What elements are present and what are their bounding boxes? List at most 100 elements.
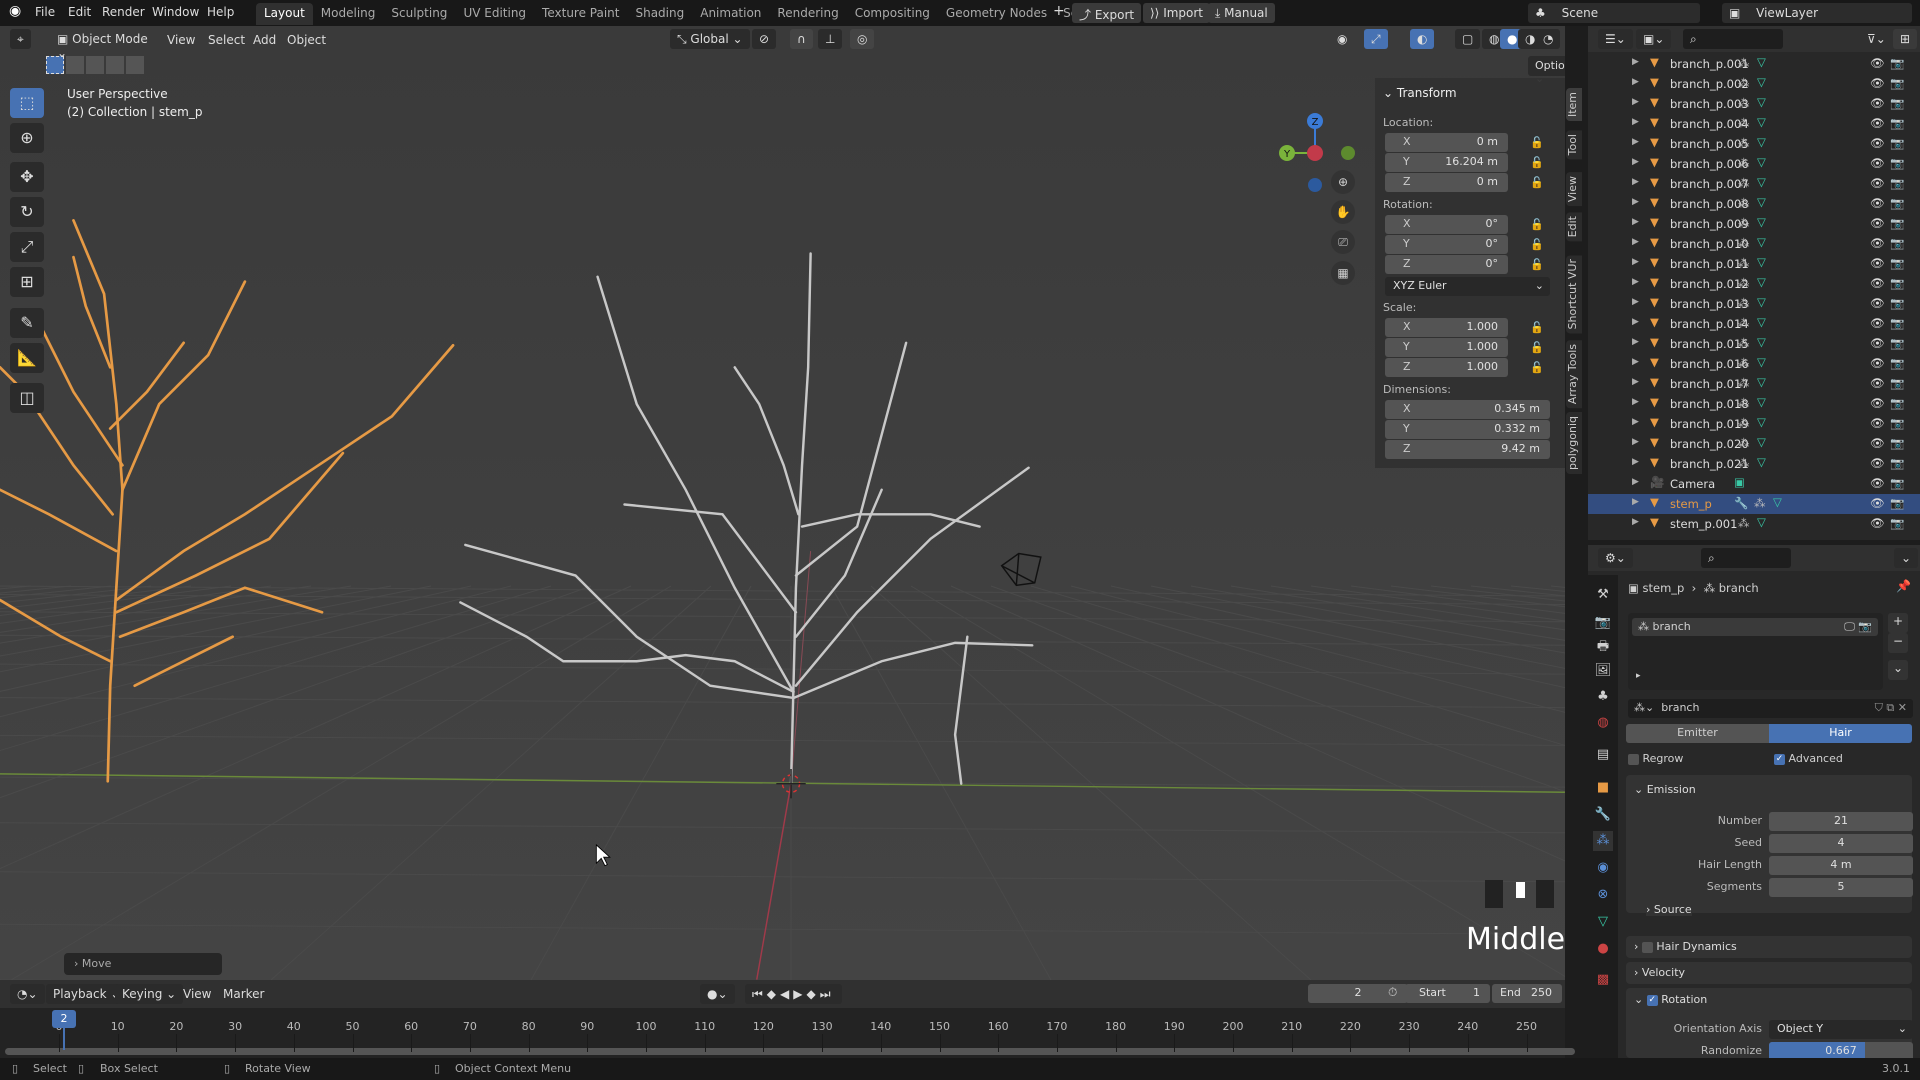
source-subpanel-header[interactable]: › Source (1646, 903, 1692, 916)
expand-arrow-icon[interactable]: ▶ (1632, 217, 1639, 227)
remove-particle-system-button[interactable]: − (1888, 633, 1909, 653)
rotation-mode-select[interactable]: XYZ Euler ⌄ (1385, 277, 1550, 296)
transform-panel-header[interactable]: ⌄ Transform (1383, 86, 1457, 100)
menu-edit[interactable]: Edit (68, 5, 91, 19)
expand-arrow-icon[interactable]: ▶ (1632, 337, 1639, 347)
expand-arrow-icon[interactable]: ▶ (1632, 237, 1639, 247)
outliner-row[interactable]: ▶ ▼ branch_p.004 ⁂ ▽ 👁 📷 (1588, 114, 1920, 134)
render-camera-icon[interactable]: 📷 (1890, 296, 1904, 310)
ortho-grid-icon[interactable]: ▦ (1331, 261, 1355, 285)
particles-icon[interactable]: ⁂ (1738, 336, 1750, 350)
texture-tab-icon[interactable]: ▩ (1593, 970, 1613, 990)
add-workspace-button[interactable]: + (1053, 3, 1065, 19)
world-tab-icon[interactable]: ◍ (1593, 713, 1613, 733)
particles-icon[interactable]: ⁂ (1738, 176, 1750, 190)
display-mode-icon[interactable]: ☰⌄ (1598, 29, 1633, 49)
mesh-data-icon[interactable]: ▽ (1757, 55, 1766, 69)
collection-tab-icon[interactable]: ▤ (1593, 745, 1613, 765)
render-camera-icon[interactable]: 📷 (1890, 376, 1904, 390)
expand-arrow-icon[interactable]: ▶ (1632, 57, 1639, 67)
scene-tab-icon[interactable]: ♣ (1593, 687, 1613, 707)
pan-hand-icon[interactable]: ✋ (1331, 200, 1355, 224)
workspace-tab-uv-editing[interactable]: UV Editing (455, 3, 534, 25)
outliner-row[interactable]: ▶ ▼ branch_p.014 ⁂ ▽ 👁 📷 (1588, 314, 1920, 334)
gizmo-toggle-icon[interactable]: ⤢ (1364, 29, 1388, 49)
eye-icon[interactable]: 👁 (1870, 96, 1885, 110)
auto-keying-icon[interactable]: ●⌄ (700, 984, 735, 1004)
hair-type-button[interactable]: Hair (1769, 724, 1912, 743)
expand-arrow-icon[interactable]: ▶ (1632, 417, 1639, 427)
advanced-checkbox[interactable]: ✓ Advanced (1774, 752, 1843, 765)
render-tab-icon[interactable]: 📷 (1593, 613, 1613, 633)
mesh-data-icon[interactable]: ▽ (1757, 115, 1766, 129)
expand-arrow-icon[interactable]: ▶ (1632, 157, 1639, 167)
blender-logo-icon[interactable]: ◉ (9, 3, 21, 19)
outliner-row[interactable]: ▶ ▼ branch_p.021 ⁂ ▽ 👁 📷 (1588, 454, 1920, 474)
seed-field[interactable]: 4 (1769, 834, 1913, 853)
constraints-tab-icon[interactable]: ⊗ (1593, 885, 1613, 905)
outliner-row[interactable]: ▶ ▼ branch_p.001 ⁂ ▽ 👁 📷 (1588, 54, 1920, 74)
eye-icon[interactable]: 👁 (1870, 336, 1885, 350)
select-box-tool-icon[interactable]: ⬚ (10, 88, 44, 118)
expand-arrow-icon[interactable]: ▶ (1632, 177, 1639, 187)
render-camera-icon[interactable]: 📷 (1890, 476, 1904, 490)
particles-icon[interactable]: ⁂ (1738, 516, 1750, 530)
lock-icon[interactable]: 🔓 (1530, 361, 1544, 374)
render-camera-icon[interactable]: 📷 (1890, 256, 1904, 270)
particles-icon[interactable]: ⁂ (1738, 436, 1750, 450)
outliner-row[interactable]: ▶ ▼ branch_p.009 ⁂ ▽ 👁 📷 (1588, 214, 1920, 234)
mesh-data-icon[interactable]: ▽ (1757, 275, 1766, 289)
import-button[interactable]: ⟩⟩ Import (1143, 3, 1211, 23)
particles-icon[interactable]: ⁂ (1738, 256, 1750, 270)
mesh-data-icon[interactable]: ▽ (1757, 235, 1766, 249)
cursor-tool-icon[interactable]: ⊕ (10, 123, 44, 153)
mesh-data-icon[interactable]: ▽ (1757, 195, 1766, 209)
render-camera-icon[interactable]: 📷 (1890, 496, 1904, 510)
scale-tool-icon[interactable]: ⤢ (10, 232, 44, 262)
eye-icon[interactable]: 👁 (1870, 476, 1885, 490)
outliner-row[interactable]: ▶ ▼ branch_p.012 ⁂ ▽ 👁 📷 (1588, 274, 1920, 294)
expand-arrow-icon[interactable]: ▶ (1632, 517, 1639, 527)
outliner-row[interactable]: ▶ ▼ branch_p.010 ⁂ ▽ 👁 📷 (1588, 234, 1920, 254)
physics-tab-icon[interactable]: ◉ (1593, 858, 1613, 878)
outliner-row[interactable]: ▶ ▼ branch_p.005 ⁂ ▽ 👁 📷 (1588, 134, 1920, 154)
start-frame-field[interactable]: Start 1 (1405, 984, 1490, 1003)
menu-view[interactable]: View (167, 33, 195, 47)
export-button[interactable]: ⤴ Export (1072, 3, 1142, 23)
orientation-axis-select[interactable]: Object Y ⌄ (1769, 1020, 1913, 1039)
editor-type-icon[interactable]: ⚙⌄ (1598, 548, 1633, 568)
mesh-data-icon[interactable]: ▽ (1757, 255, 1766, 269)
new-collection-icon[interactable]: ⊞ (1893, 29, 1918, 49)
outliner-row[interactable]: ▶ ▼ branch_p.013 ⁂ ▽ 👁 📷 (1588, 294, 1920, 314)
playback-controls[interactable]: ⏮◆◀▶◆⏭ (745, 984, 842, 1004)
expand-arrow-icon[interactable]: ▶ (1632, 457, 1639, 467)
emitter-type-button[interactable]: Emitter (1626, 724, 1769, 743)
mesh-data-icon[interactable]: ▽ (1757, 335, 1766, 349)
velocity-panel[interactable]: › Velocity (1626, 962, 1912, 984)
lock-icon[interactable]: 🔓 (1530, 258, 1544, 271)
particles-icon[interactable]: ⁂ (1738, 156, 1750, 170)
particles-icon[interactable]: ⁂ (1754, 496, 1766, 510)
expand-arrow-icon[interactable]: ▶ (1632, 477, 1639, 487)
expand-arrow-icon[interactable]: ▶ (1632, 497, 1639, 507)
stopwatch-icon[interactable]: ⏱ (1388, 985, 1397, 1000)
eye-icon[interactable]: 👁 (1870, 136, 1885, 150)
menu-help[interactable]: Help (207, 5, 234, 19)
render-camera-icon[interactable]: 📷 (1890, 236, 1904, 250)
mesh-data-icon[interactable]: ▽ (1757, 175, 1766, 189)
sidebar-tab-polygoniq[interactable]: polygoniq (1566, 412, 1582, 475)
render-camera-icon[interactable]: 📷 (1890, 76, 1904, 90)
lock-icon[interactable]: 🔓 (1530, 238, 1544, 251)
eye-icon[interactable]: 👁 (1870, 236, 1885, 250)
mesh-data-icon[interactable]: ▽ (1757, 95, 1766, 109)
eye-icon[interactable]: 👁 (1870, 496, 1885, 510)
outliner-row[interactable]: ▶ ▼ branch_p.018 ⁂ ▽ 👁 📷 (1588, 394, 1920, 414)
workspace-tab-animation[interactable]: Animation (692, 3, 769, 25)
mesh-data-icon[interactable]: ▽ (1757, 375, 1766, 389)
outliner-row[interactable]: ▶ 🎥 Camera ▣ 👁 📷 (1588, 474, 1920, 494)
scale-x-field[interactable]: X 1.000 (1385, 318, 1508, 337)
particles-icon[interactable]: ⁂ (1738, 56, 1750, 70)
outliner-row[interactable]: ▶ ▼ stem_p ⁂ ▽ 🔧 👁 📷 (1588, 494, 1920, 514)
outliner-row[interactable]: ▶ ▼ branch_p.007 ⁂ ▽ 👁 📷 (1588, 174, 1920, 194)
particles-icon[interactable]: ⁂ (1738, 116, 1750, 130)
